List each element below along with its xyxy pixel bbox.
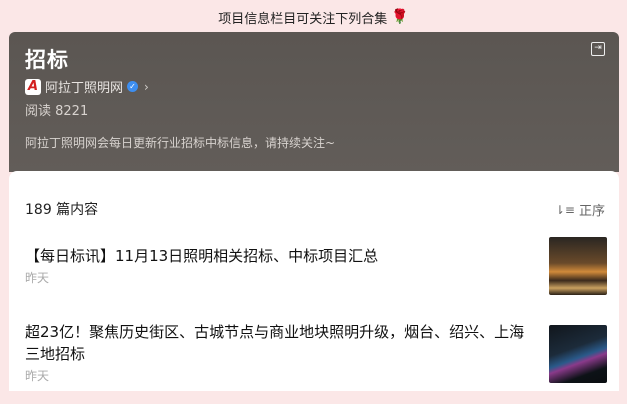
exit-icon[interactable]: ⇥ [591, 42, 605, 56]
article-date: 昨天 [25, 369, 50, 383]
article-date: 昨天 [25, 271, 50, 285]
source-account[interactable]: A 阿拉丁照明网 ✓ › [25, 77, 149, 96]
banner-text: 项目信息栏目可关注下列合集 [218, 11, 388, 27]
article-count: 189 篇内容 [25, 202, 99, 218]
collection-header: 招标 ⇥ A 阿拉丁照明网 ✓ › 阅读 8221 阿拉丁照明网会每日更新行业招… [9, 32, 619, 172]
list-item[interactable]: 【每日标讯】11月13日照明相关招标、中标项目汇总 昨天 [25, 237, 607, 295]
read-count: 阅读 8221 [25, 104, 89, 119]
collection-description: 阿拉丁照明网会每日更新行业招标中标信息，请持续关注~ [25, 136, 336, 150]
account-logo: A [25, 78, 41, 95]
chevron-right-icon[interactable]: › [144, 80, 149, 94]
article-thumbnail[interactable] [549, 325, 607, 383]
verified-icon: ✓ [127, 81, 139, 92]
rose-icon: 🌹 [391, 9, 409, 25]
collection-title: 招标 [25, 48, 69, 72]
sort-icon: ⇂≡ [554, 202, 575, 217]
article-title[interactable]: 【每日标讯】11月13日照明相关招标、中标项目汇总 [25, 245, 535, 267]
article-title[interactable]: 超23亿！聚焦历史街区、古城节点与商业地块照明升级，烟台、绍兴、上海三地招标 [25, 321, 535, 365]
article-thumbnail[interactable] [549, 237, 607, 295]
collection-banner: 项目信息栏目可关注下列合集 🌹 [0, 0, 627, 34]
list-item[interactable]: 超23亿！聚焦历史街区、古城节点与商业地块照明升级，烟台、绍兴、上海三地招标 昨… [25, 321, 607, 384]
account-name[interactable]: 阿拉丁照明网 [45, 77, 123, 96]
sort-label: 正序 [578, 204, 605, 219]
article-list: 189 篇内容 ⇂≡ 正序 【每日标讯】11月13日照明相关招标、中标项目汇总 … [9, 171, 619, 391]
sort-button[interactable]: ⇂≡ 正序 [554, 200, 605, 220]
